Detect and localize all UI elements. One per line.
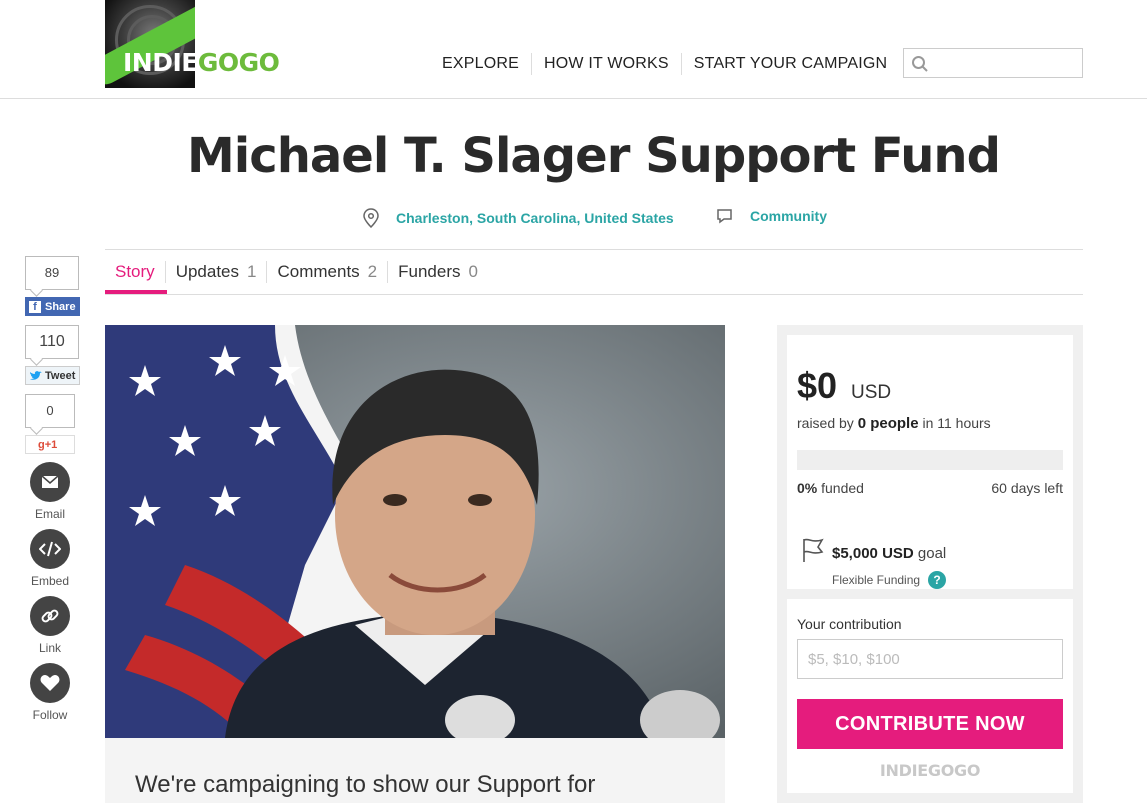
nav-start-campaign[interactable]: START YOUR CAMPAIGN [682, 53, 899, 75]
twitter-count: 110 [25, 325, 79, 359]
follow-button[interactable]: Follow [25, 663, 75, 722]
category-text: Community [750, 208, 827, 224]
facebook-share-button[interactable]: f Share [25, 297, 80, 316]
campaign-tabs: Story Updates 1 Comments 2 Funders 0 [105, 249, 1083, 295]
facebook-count: 89 [25, 256, 79, 290]
indiegogo-logo[interactable]: INDIEGOGO [105, 0, 280, 88]
search-icon [912, 56, 928, 72]
help-icon[interactable]: ? [928, 571, 947, 589]
contribution-label: Your contribution [797, 616, 902, 632]
flag-icon [803, 538, 824, 562]
link-share[interactable]: Link [25, 596, 75, 655]
gplus-button[interactable]: g +1 [25, 435, 75, 454]
heart-icon [30, 663, 70, 703]
raised-currency: USD [851, 382, 892, 403]
contribute-card: Your contribution CONTRIBUTE NOW INDIEGO… [787, 599, 1073, 793]
story-section: We're campaigning to show our Support fo… [105, 738, 725, 803]
contribution-input[interactable] [797, 639, 1063, 679]
embed-share[interactable]: Embed [25, 529, 75, 588]
days-left: 60 days left [991, 480, 1063, 496]
contribute-now-button[interactable]: CONTRIBUTE NOW [797, 699, 1063, 749]
location-text: Charleston, South Carolina, United State… [396, 210, 674, 226]
embed-code-icon [30, 529, 70, 569]
facebook-icon: f [29, 300, 41, 313]
location-link[interactable]: Charleston, South Carolina, United State… [362, 208, 674, 228]
share-column: 89 f Share 110 Tweet 0 g +1 Email Embed L… [25, 256, 80, 722]
story-intro: We're campaigning to show our Support fo… [135, 771, 596, 798]
raised-amount: $0 [797, 365, 838, 406]
indiegogo-footer-logo: INDIEGOGO [879, 761, 981, 780]
funding-type: Flexible Funding ? [832, 571, 947, 589]
funding-progress-bar [797, 450, 1063, 470]
raised-details: raised by 0 people in 11 hours [797, 415, 991, 432]
tab-comments[interactable]: Comments 2 [267, 261, 389, 283]
funding-goal: $5,000 USD goal [832, 545, 947, 562]
twitter-bird-icon [30, 370, 42, 380]
email-share[interactable]: Email [25, 462, 75, 521]
tab-story[interactable]: Story [105, 261, 166, 283]
tab-updates[interactable]: Updates 1 [166, 261, 268, 283]
email-icon [30, 462, 70, 502]
tab-funders[interactable]: Funders 0 [388, 261, 488, 283]
funding-sidebar: $0 USD raised by 0 people in 11 hours 0%… [777, 325, 1083, 803]
campaign-meta: Charleston, South Carolina, United State… [0, 208, 1147, 230]
gplus-count: 0 [25, 394, 75, 428]
location-pin-icon [363, 208, 379, 228]
site-header: INDIEGOGO EXPLORE HOW IT WORKS START YOU… [0, 0, 1147, 99]
page-title: Michael T. Slager Support Fund [187, 128, 1001, 184]
nav-explore[interactable]: EXPLORE [430, 53, 532, 75]
link-icon [30, 596, 70, 636]
logo-wordmark: INDIEGOGO [123, 48, 280, 77]
nav-how-it-works[interactable]: HOW IT WORKS [532, 53, 682, 75]
comment-icon [717, 209, 732, 224]
main-nav: EXPLORE HOW IT WORKS START YOUR CAMPAIGN [430, 53, 899, 75]
search-input[interactable] [903, 48, 1083, 78]
funding-card: $0 USD raised by 0 people in 11 hours 0%… [787, 335, 1073, 589]
gplus-icon: g [38, 438, 45, 451]
campaign-photo [105, 325, 725, 738]
category-link[interactable]: Community [716, 208, 827, 224]
funded-percent: 0% funded [797, 480, 864, 496]
active-tab-indicator [105, 290, 167, 294]
tweet-button[interactable]: Tweet [25, 366, 80, 385]
